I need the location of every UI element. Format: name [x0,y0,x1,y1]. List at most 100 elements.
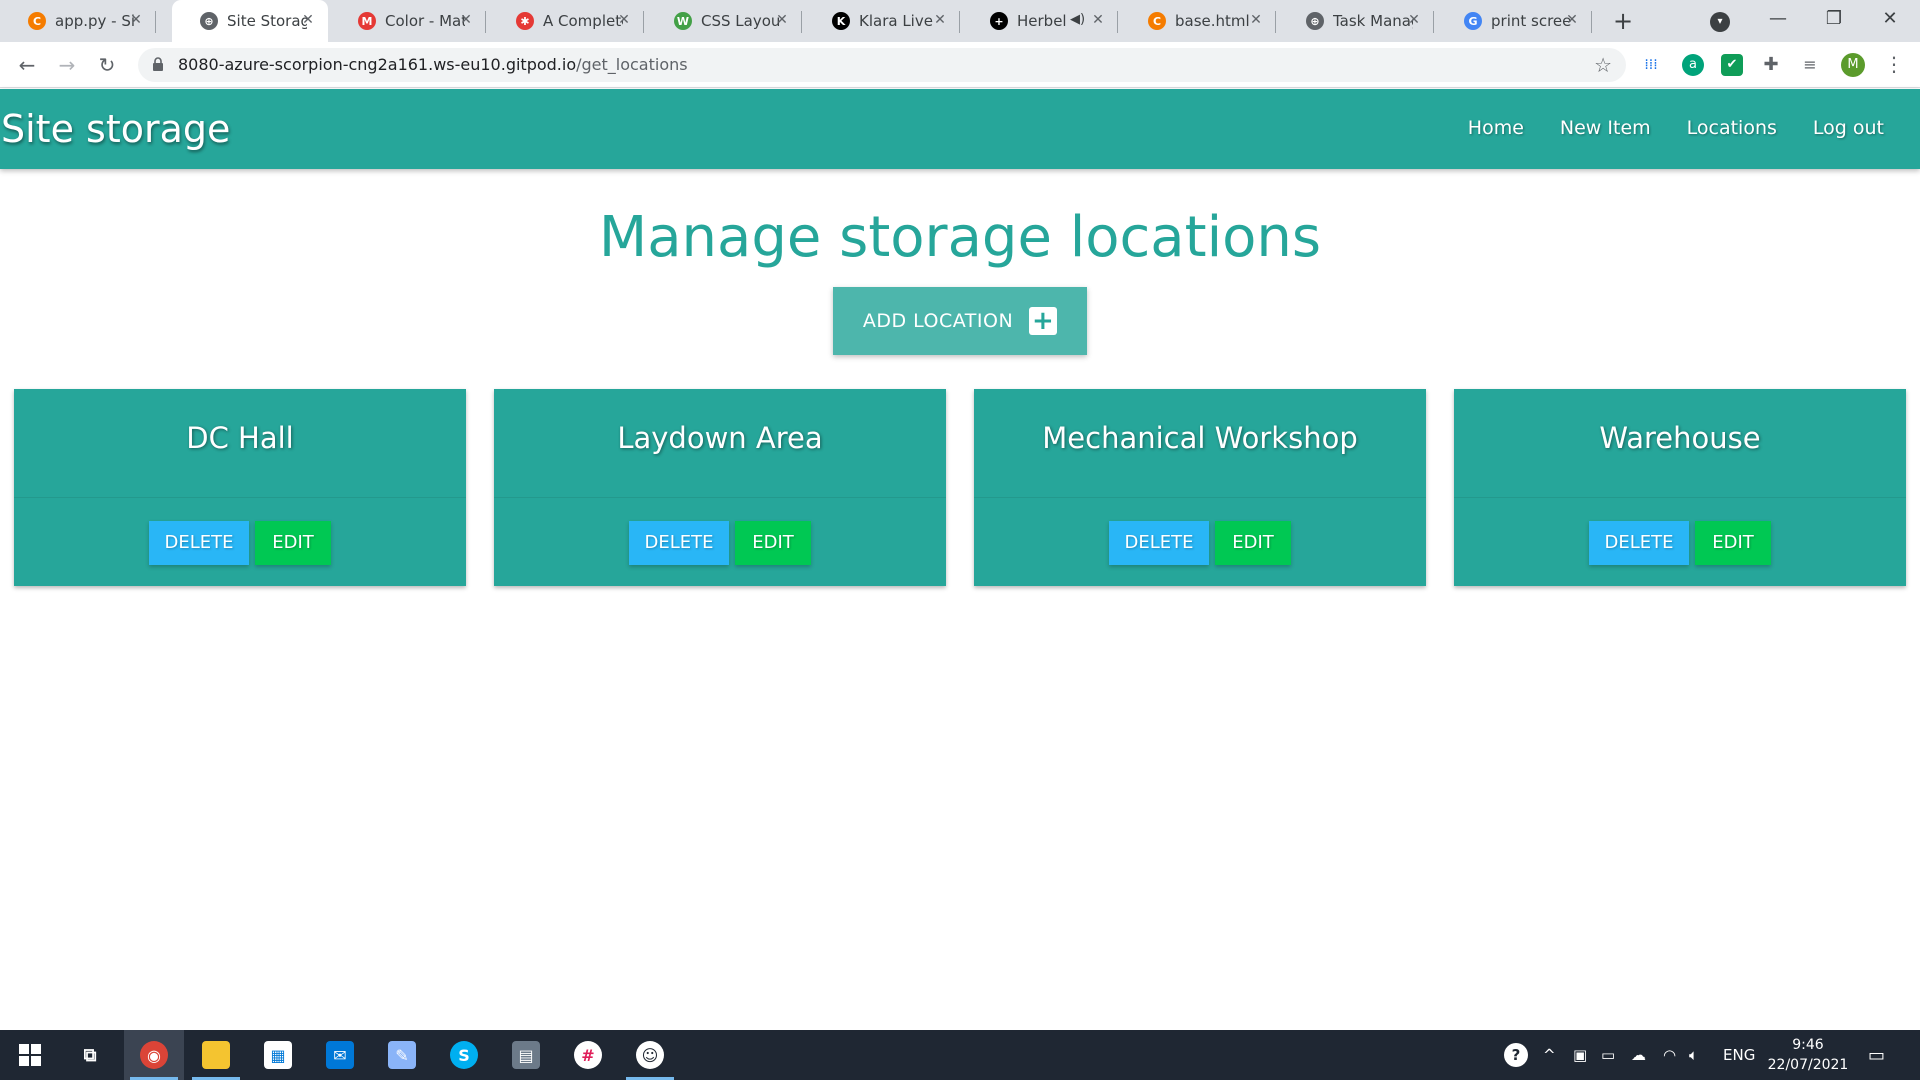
site-brand-logo[interactable]: Site storage [1,107,230,151]
taskbar-skype[interactable]: S [434,1030,494,1080]
close-tab-icon[interactable]: ✕ [298,10,318,30]
card-divider [14,497,466,498]
nav-link-log-out[interactable]: Log out [1795,117,1902,139]
add-location-button[interactable]: ADD LOCATION + [833,287,1087,355]
tab-klara-live[interactable]: K Klara Live | I ✕ [804,0,960,42]
windows-start-icon[interactable] [0,1030,60,1080]
language-indicator[interactable]: ENG [1723,1030,1755,1080]
close-window-button[interactable]: ✕ [1862,0,1918,42]
apps-grid-icon[interactable]: ⁞⁞⁞ [1640,54,1662,76]
nav-link-locations[interactable]: Locations [1669,117,1795,139]
taskbar-store[interactable]: ▦ [248,1030,308,1080]
taskbar-paint[interactable]: ✎ [372,1030,432,1080]
taskbar-slack[interactable]: # [558,1030,618,1080]
taskbar-mail[interactable]: ✉ [310,1030,370,1080]
card-actions: DELETE EDIT [974,521,1426,565]
task-view-icon[interactable]: ⧉ [60,1030,120,1080]
address-bar[interactable]: 8080-azure-scorpion-cng2a161.ws-eu10.git… [138,48,1626,82]
tab-site-storage[interactable]: ⊕ Site Storage ✕ [172,0,328,42]
delete-button[interactable]: DELETE [1109,521,1209,565]
notifications-icon[interactable]: ▭ [1868,1030,1885,1080]
tab-separator [1591,11,1592,33]
restore-button[interactable]: ❐ [1806,0,1862,42]
forward-arrow-icon[interactable]: → [52,50,82,80]
delete-button[interactable]: DELETE [149,521,249,565]
onedrive-cloud-icon[interactable]: ☁ [1631,1030,1646,1080]
new-tab-button[interactable]: + [1610,8,1636,34]
nav-link-new-item[interactable]: New Item [1542,117,1669,139]
tab-color-material[interactable]: M Color - Mat ✕ [330,0,486,42]
edit-button[interactable]: EDIT [735,521,811,565]
taskbar-feedback[interactable]: ☺ [620,1030,680,1080]
help-icon[interactable]: ? [1504,1030,1528,1080]
klara-icon: K [832,12,850,30]
close-tab-icon[interactable]: ✕ [772,10,792,30]
bookmark-star-icon[interactable]: ☆ [1594,53,1612,77]
close-tab-icon[interactable]: ✕ [126,10,146,30]
tab-base-html[interactable]: C base.html - ✕ [1120,0,1276,42]
delete-button[interactable]: DELETE [1589,521,1689,565]
wifi-icon[interactable]: ◠ [1663,1030,1676,1080]
url-path: /get_locations [576,55,688,74]
reload-icon[interactable]: ↻ [92,50,122,80]
checkmark-extension-icon[interactable]: ✔ [1721,54,1743,76]
tab-herbelu[interactable]: + Herbelu ◀) ✕ [962,0,1118,42]
tab-a-complete[interactable]: ✱ A Complete ✕ [488,0,644,42]
tab-title: CSS Layout [701,12,781,30]
tab-css-layout[interactable]: W CSS Layout ✕ [646,0,802,42]
location-name: DC Hall [186,421,294,455]
grammarly-extension-icon[interactable]: a [1682,54,1704,76]
minimize-button[interactable]: — [1750,0,1806,42]
profile-avatar[interactable]: M [1841,53,1865,77]
tab-search-icon[interactable]: ▾ [1710,12,1730,32]
url-text[interactable]: 8080-azure-scorpion-cng2a161.ws-eu10.git… [178,55,688,74]
taskbar-file-explorer[interactable] [186,1030,246,1080]
tab-separator [1433,11,1434,33]
add-location-label: ADD LOCATION [862,310,1014,332]
taskbar-calculator[interactable]: ▤ [496,1030,556,1080]
close-tab-icon[interactable]: ✕ [456,10,476,30]
mail-icon: ✉ [326,1041,354,1069]
browser-menu-icon[interactable]: ⋮ [1884,52,1904,76]
clock-date: 22/07/2021 [1767,1057,1849,1073]
taskbar-chrome[interactable]: ◉ [124,1030,184,1080]
volume-icon[interactable]: 🔈︎ [1689,1030,1698,1080]
location-card: Laydown Area DELETE EDIT [494,389,946,586]
url-host: 8080-azure-scorpion-cng2a161.ws-eu10.git… [178,55,577,74]
close-tab-icon[interactable]: ✕ [1404,10,1424,30]
tab-title: Task Manag [1333,12,1413,30]
media-control-icon[interactable]: ≡ [1799,54,1821,76]
edit-button[interactable]: EDIT [255,521,331,565]
windows-logo-icon [19,1044,41,1066]
tab-title: Klara Live | I [859,12,939,30]
browser-tab-strip: C app.py - Site ✕ ⊕ Site Storage ✕ M Col… [0,0,1920,42]
close-tab-icon[interactable]: ✕ [930,10,950,30]
delete-button[interactable]: DELETE [629,521,729,565]
tab-app-py[interactable]: C app.py - Site ✕ [0,0,156,42]
tab-title: print screen [1491,12,1571,30]
speaker-muted-icon[interactable]: ◀) [1070,12,1085,27]
close-tab-icon[interactable]: ✕ [1088,10,1108,30]
tab-separator [155,11,156,33]
location-card: DC Hall DELETE EDIT [14,389,466,586]
extensions-puzzle-icon[interactable]: ✚ [1760,54,1782,76]
battery-icon[interactable]: ▭ [1601,1030,1615,1080]
nav-link-home[interactable]: Home [1450,117,1542,139]
system-clock[interactable]: 9:46 22/07/2021 [1763,1035,1853,1075]
back-arrow-icon[interactable]: ← [12,50,42,80]
show-hidden-icons-chevron-icon[interactable]: ^ [1543,1030,1556,1080]
card-divider [974,497,1426,498]
tab-print-screen[interactable]: G print screen ✕ [1436,0,1592,42]
edit-button[interactable]: EDIT [1215,521,1291,565]
meet-now-icon[interactable]: ▣ [1573,1030,1587,1080]
clock-time: 9:46 [1792,1037,1824,1053]
lock-icon[interactable] [152,57,164,72]
close-tab-icon[interactable]: ✕ [1562,10,1582,30]
edit-button[interactable]: EDIT [1695,521,1771,565]
card-actions: DELETE EDIT [1454,521,1906,565]
close-tab-icon[interactable]: ✕ [614,10,634,30]
location-card: Mechanical Workshop DELETE EDIT [974,389,1426,586]
tab-task-manager[interactable]: ⊕ Task Manag ✕ [1278,0,1434,42]
card-actions: DELETE EDIT [14,521,466,565]
close-tab-icon[interactable]: ✕ [1246,10,1266,30]
